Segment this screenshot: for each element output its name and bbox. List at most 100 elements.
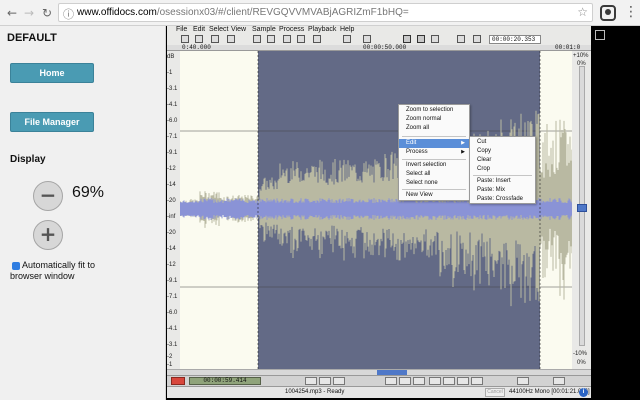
menu-playback[interactable]: Playback	[308, 26, 336, 33]
ruler-label: 0:40.000	[182, 44, 211, 51]
zoom-in-icon[interactable]	[457, 35, 465, 43]
db-label: -3.1	[167, 86, 178, 92]
info-icon[interactable]: i	[579, 388, 588, 397]
sub-crop[interactable]: Crop	[470, 165, 535, 174]
stop-button[interactable]	[399, 377, 411, 385]
ctx-edit[interactable]: Edit ▶	[399, 139, 469, 148]
connection-title: DEFAULT	[7, 32, 57, 44]
ctx-select-all[interactable]: Select all	[399, 170, 469, 179]
status-text: 1004254.mp3 - Ready	[285, 389, 345, 395]
zoom-in-button[interactable]: +	[33, 220, 63, 250]
zoom-percentage: 69%	[72, 184, 105, 201]
audio-editor-window: File Edit Select View Sample Process Pla…	[167, 26, 591, 398]
bookmark-star-icon[interactable]: ☆	[577, 5, 588, 19]
volume-icon[interactable]	[553, 377, 565, 385]
menu-separator	[402, 136, 466, 137]
fast-forward-button[interactable]	[333, 377, 345, 385]
cut-icon[interactable]	[253, 35, 261, 43]
loop-button[interactable]	[413, 377, 425, 385]
transport-bar: 00:00:59.414	[167, 375, 591, 386]
ctx-new-view[interactable]: New View	[399, 191, 469, 200]
skip-next-button[interactable]	[457, 377, 469, 385]
db-label: -7.1	[167, 294, 178, 300]
browser-toolbar: ← → ↻ ⓘ www.offidocs.com/osessionx03/#/c…	[0, 0, 640, 26]
menu-file[interactable]: File	[176, 26, 187, 33]
skip-end-button[interactable]	[471, 377, 483, 385]
speed-slider[interactable]	[517, 377, 529, 385]
ctx-select-none[interactable]: Select none	[399, 179, 469, 188]
forward-arrow-icon[interactable]: →	[22, 6, 36, 20]
crop-icon[interactable]	[313, 35, 321, 43]
zoom-tool-icon[interactable]	[417, 35, 425, 43]
menu-edit[interactable]: Edit	[193, 26, 205, 33]
db-label: -1	[167, 362, 173, 368]
zoom-out-button[interactable]: −	[33, 181, 63, 211]
ctx-zoom-normal[interactable]: Zoom normal	[399, 115, 469, 124]
waveform-canvas[interactable]	[180, 51, 580, 369]
submenu-arrow-icon: ▶	[461, 140, 465, 146]
skip-back-button[interactable]	[429, 377, 441, 385]
file-manager-button[interactable]: File Manager	[10, 112, 94, 132]
new-file-icon[interactable]	[181, 35, 189, 43]
menu-separator	[473, 175, 532, 176]
ctx-zoom-all[interactable]: Zoom all	[399, 124, 469, 133]
amp-label: -10%	[573, 351, 588, 357]
menu-separator	[402, 189, 466, 190]
db-label: -12	[167, 166, 176, 172]
undo-icon[interactable]	[343, 35, 351, 43]
select-tool-icon[interactable]	[403, 35, 411, 43]
sub-paste-crossfade[interactable]: Paste: Crossfade	[470, 195, 535, 204]
paste-mix-icon[interactable]	[297, 35, 305, 43]
menu-select[interactable]: Select	[209, 26, 228, 33]
redo-icon[interactable]	[363, 35, 371, 43]
db-label: -14	[167, 182, 176, 188]
pencil-tool-icon[interactable]	[431, 35, 439, 43]
browser-menu-icon[interactable]: ⋮	[624, 4, 638, 20]
db-label: -9.1	[167, 278, 178, 284]
record-button[interactable]	[171, 377, 185, 385]
time-display: 00:00:20.353	[489, 35, 541, 44]
save-file-icon[interactable]	[211, 35, 219, 43]
db-label: dB	[167, 54, 175, 60]
sub-paste-mix[interactable]: Paste: Mix	[470, 186, 535, 195]
play-pause-button[interactable]	[319, 377, 331, 385]
cancel-button[interactable]: Cancel	[485, 388, 505, 397]
reload-icon[interactable]: ↻	[40, 6, 54, 20]
db-label: -2	[167, 354, 173, 360]
ctx-invert-selection[interactable]: Invert selection	[399, 161, 469, 170]
skip-prev-button[interactable]	[443, 377, 455, 385]
menu-sample[interactable]: Sample	[252, 26, 276, 33]
ruler-label: 00:00:50.000	[363, 44, 407, 51]
sub-copy[interactable]: Copy	[470, 147, 535, 156]
open-file-icon[interactable]	[195, 35, 203, 43]
side-panel-toggle[interactable]	[595, 30, 605, 40]
sub-clear[interactable]: Clear	[470, 156, 535, 165]
home-button[interactable]: Home	[10, 63, 94, 83]
play-button[interactable]	[385, 377, 397, 385]
account-icon[interactable]	[600, 5, 616, 21]
db-label: -6.0	[167, 118, 178, 124]
remote-desktop-view: File Edit Select View Sample Process Pla…	[166, 26, 640, 400]
copy-icon[interactable]	[267, 35, 275, 43]
menu-process[interactable]: Process	[279, 26, 304, 33]
paste-icon[interactable]	[283, 35, 291, 43]
address-bar[interactable]: ⓘ www.offidocs.com/osessionx03/#/client/…	[58, 3, 593, 22]
back-arrow-icon[interactable]: ←	[5, 6, 19, 20]
vertical-zoom-handle[interactable]	[577, 204, 587, 212]
ruler-label: 00:01:0	[555, 44, 581, 51]
save-as-icon[interactable]	[227, 35, 235, 43]
ctx-process[interactable]: Process ▶	[399, 148, 469, 157]
format-info: 44100Hz Mono [00:01:21.006]	[509, 389, 590, 395]
db-label: -inf	[167, 214, 176, 220]
ctx-zoom-to-selection[interactable]: Zoom to selection	[399, 106, 469, 115]
sub-paste-insert[interactable]: Paste: Insert	[470, 177, 535, 186]
amp-label: 0%	[577, 360, 586, 366]
autofit-label: Automatically fit to browser window	[10, 260, 96, 281]
zoom-out-icon[interactable]	[473, 35, 481, 43]
rewind-button[interactable]	[305, 377, 317, 385]
position-display: 00:00:59.414	[189, 377, 261, 385]
menu-help[interactable]: Help	[340, 26, 354, 33]
menu-view[interactable]: View	[231, 26, 246, 33]
sub-cut[interactable]: Cut	[470, 138, 535, 147]
db-label: -12	[167, 262, 176, 268]
